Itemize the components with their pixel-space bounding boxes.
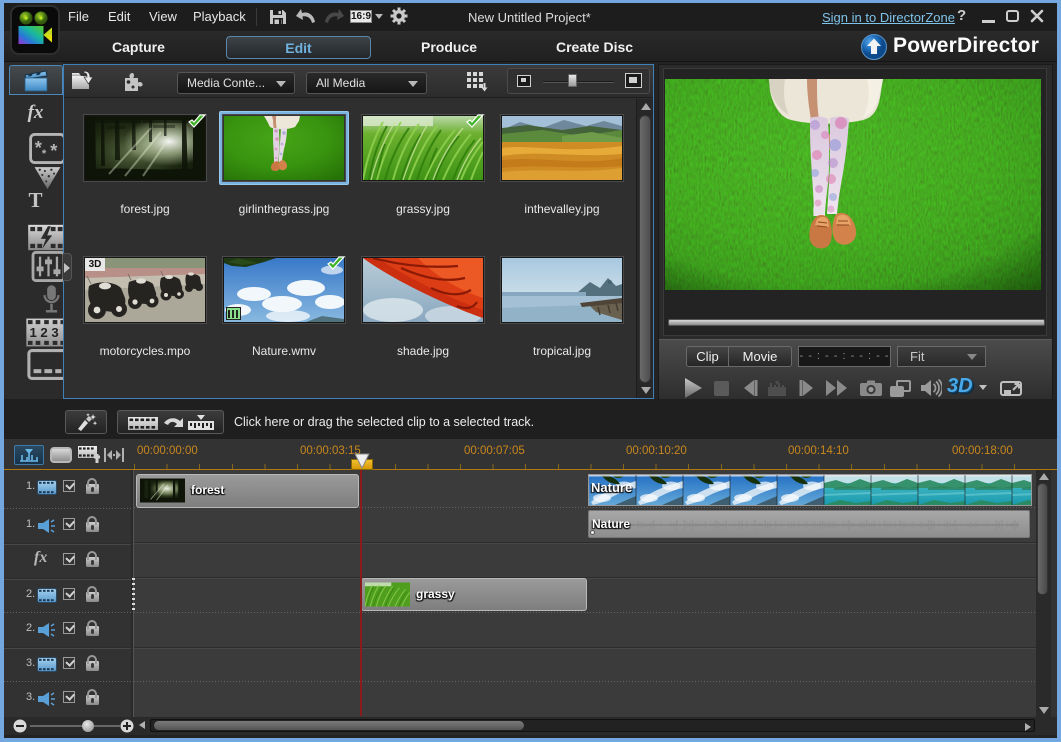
- svg-text:1 2 3: 1 2 3: [29, 325, 58, 340]
- svg-text:**: **: [35, 137, 47, 160]
- svg-text:*: *: [50, 140, 58, 161]
